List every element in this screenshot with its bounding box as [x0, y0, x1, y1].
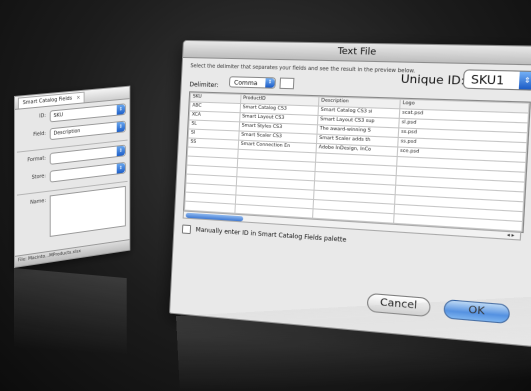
ok-button[interactable]: OK [443, 299, 510, 324]
cancel-button[interactable]: Cancel [367, 293, 431, 317]
custom-delimiter-input[interactable] [279, 78, 294, 90]
id-label: ID: [19, 113, 46, 122]
preview-table[interactable]: SKU ProductID Description Logo ABC Smart … [183, 91, 531, 233]
select-arrows-icon: ⇕ [117, 146, 125, 157]
name-row: Name: [19, 186, 126, 243]
palette-reflection [14, 268, 127, 355]
format-label: Format: [19, 155, 46, 164]
manual-id-label: Manually enter ID in Smart Catalog Field… [196, 226, 347, 243]
field-select-value: Description [54, 128, 81, 137]
palette-tab-label: Smart Catalog Fields [23, 96, 72, 106]
select-arrows-icon: ⇕ [117, 163, 125, 174]
scrollbar-thumb[interactable] [186, 213, 244, 222]
screenshot-stage: Smart Catalog Fields × ID: SKU ⇕ Field: … [0, 0, 531, 391]
palette-tab[interactable]: Smart Catalog Fields × [18, 92, 85, 109]
select-arrows-icon: ⇕ [117, 122, 125, 132]
id-select[interactable]: SKU ⇕ [50, 103, 126, 122]
delimiter-select[interactable]: Comma ⇕ [229, 76, 276, 88]
select-arrows-icon: ⇕ [265, 78, 275, 87]
close-icon[interactable]: × [76, 95, 80, 101]
field-label: Field: [19, 131, 46, 140]
unique-id-value: SKU1 [471, 73, 505, 88]
name-label: Name: [19, 198, 46, 207]
manual-id-checkbox[interactable] [182, 224, 191, 234]
smart-catalog-fields-palette: Smart Catalog Fields × ID: SKU ⇕ Field: … [14, 86, 130, 268]
store-label: Store: [19, 173, 46, 182]
unique-id-select[interactable]: SKU1 ⇕ [463, 69, 531, 90]
palette-status-bar: File: Macinto...MProducts.xlsx [15, 239, 129, 267]
name-textarea[interactable] [50, 186, 126, 237]
unique-id-label: Unique ID: [400, 72, 465, 88]
dialog-title: Text File [183, 41, 531, 66]
scroll-arrows-icon[interactable]: ◂ ▸ [501, 232, 520, 240]
select-arrows-icon: ⇕ [519, 72, 531, 90]
text-file-dialog: Text File Select the delimiter that sepa… [169, 40, 531, 347]
id-select-value: SKU [54, 112, 63, 119]
select-arrows-icon: ⇕ [117, 104, 125, 114]
delimiter-value: Comma [234, 79, 258, 87]
field-select[interactable]: Description ⇕ [50, 121, 126, 141]
delimiter-label: Delimiter: [189, 81, 218, 89]
